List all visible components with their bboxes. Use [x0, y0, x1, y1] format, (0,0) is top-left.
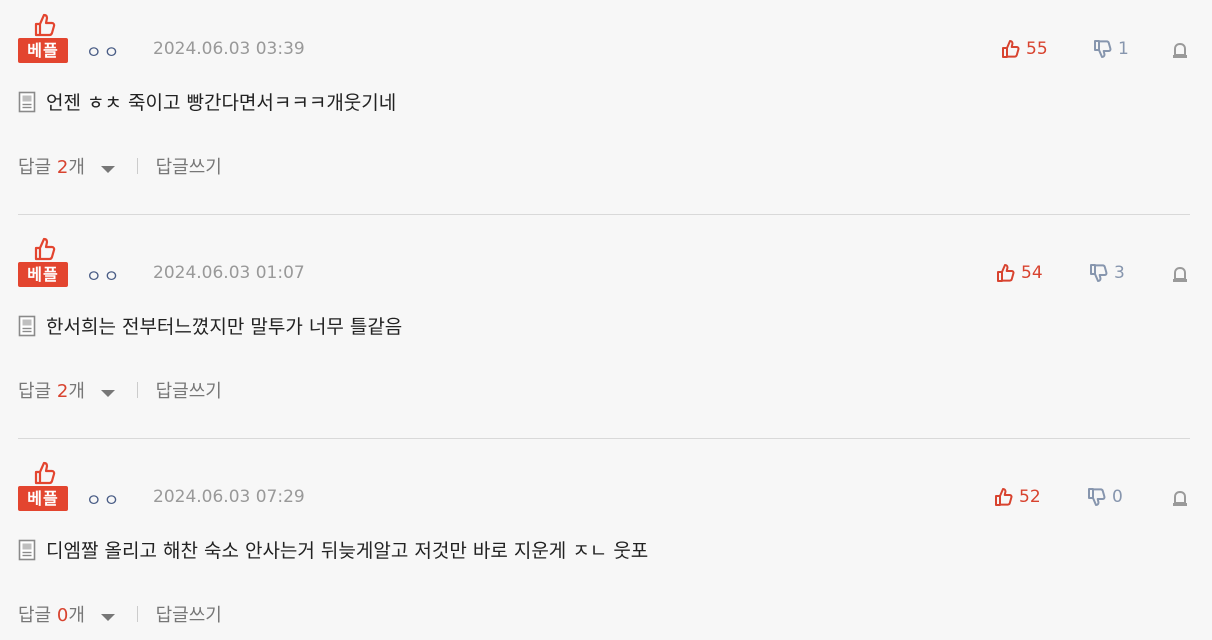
document-icon — [18, 91, 36, 112]
comment-text: 언젠 ㅎㅊ 죽이고 빵간다면서ㅋㅋㅋ개웃기네 — [46, 92, 397, 114]
reply-toggle[interactable]: 답글 2개 — [18, 153, 115, 179]
author-nickname[interactable]: ㅇㅇ — [86, 486, 121, 511]
document-icon — [18, 539, 36, 560]
comment-actions: 답글 2개 답글쓰기 — [18, 153, 222, 179]
thumbs-up-icon — [34, 461, 56, 485]
comment-actions: 답글 0개 답글쓰기 — [18, 601, 222, 627]
comment-text: 한서희는 전부터느꼈지만 말투가 너무 틀같음 — [46, 316, 403, 338]
comment-date: 2024.06.03 03:39 — [153, 39, 305, 59]
dislike-count: 3 — [1114, 263, 1125, 283]
like-button[interactable]: 52 — [993, 486, 1041, 508]
comment-date: 2024.06.03 01:07 — [153, 263, 305, 283]
thumbs-down-icon — [1094, 40, 1112, 58]
comment-item: 베플 ㅇㅇ 2024.06.03 01:07 54 3 한서희는 전부터느꼈지만… — [0, 224, 1212, 448]
comment-text: 디엠짤 올리고 해찬 숙소 안사는거 뒤늦게알고 저것만 바로 지운게 ㅈㄴ 웃… — [46, 540, 649, 562]
caret-down-icon[interactable] — [100, 390, 115, 397]
thumbs-up-icon — [1002, 40, 1020, 58]
write-reply-button[interactable]: 답글쓰기 — [156, 153, 222, 179]
thumbs-up-icon — [34, 237, 56, 261]
comment-divider — [18, 214, 1190, 215]
like-button[interactable]: 55 — [1000, 38, 1048, 60]
comment-divider — [18, 438, 1190, 439]
best-comment-badge: 베플 — [18, 12, 68, 64]
like-count: 55 — [1026, 39, 1048, 59]
best-label: 베플 — [18, 486, 68, 511]
dislike-count: 0 — [1112, 487, 1123, 507]
like-button[interactable]: 54 — [995, 262, 1043, 284]
best-label: 베플 — [18, 262, 68, 287]
reply-toggle[interactable]: 답글 2개 — [18, 377, 115, 403]
caret-down-icon[interactable] — [100, 166, 115, 173]
comment-item: 베플 ㅇㅇ 2024.06.03 03:39 55 1 언젠 ㅎㅊ 죽이고 빵간… — [0, 0, 1212, 224]
write-reply-button[interactable]: 답글쓰기 — [156, 601, 222, 627]
comment-date: 2024.06.03 07:29 — [153, 487, 305, 507]
write-reply-button[interactable]: 답글쓰기 — [156, 377, 222, 403]
thumbs-up-icon — [997, 264, 1015, 282]
action-separator — [136, 382, 138, 398]
like-count: 54 — [1021, 263, 1043, 283]
comment-body: 언젠 ㅎㅊ 죽이고 빵간다면서ㅋㅋㅋ개웃기네 — [18, 88, 396, 115]
dislike-button[interactable]: 0 — [1086, 486, 1123, 508]
action-separator — [136, 606, 138, 622]
best-comment-badge: 베플 — [18, 236, 68, 288]
thumbs-up-icon — [995, 488, 1013, 506]
thumbs-down-icon — [1090, 264, 1108, 282]
report-icon[interactable] — [1170, 264, 1190, 284]
thumbs-up-icon — [34, 13, 56, 37]
comment-actions: 답글 2개 답글쓰기 — [18, 377, 222, 403]
document-icon — [18, 315, 36, 336]
reply-toggle[interactable]: 답글 0개 — [18, 601, 115, 627]
report-icon[interactable] — [1170, 40, 1190, 60]
like-count: 52 — [1019, 487, 1041, 507]
comment-item: 베플 ㅇㅇ 2024.06.03 07:29 52 0 디엠짤 올리고 해찬 숙… — [0, 448, 1212, 640]
dislike-button[interactable]: 1 — [1092, 38, 1129, 60]
comment-body: 디엠짤 올리고 해찬 숙소 안사는거 뒤늦게알고 저것만 바로 지운게 ㅈㄴ 웃… — [18, 536, 648, 563]
report-icon[interactable] — [1170, 488, 1190, 508]
reply-count: 2 — [56, 157, 69, 178]
dislike-button[interactable]: 3 — [1088, 262, 1125, 284]
caret-down-icon[interactable] — [100, 614, 115, 621]
action-separator — [136, 158, 138, 174]
reply-count: 2 — [56, 381, 69, 402]
comment-list: 베플 ㅇㅇ 2024.06.03 03:39 55 1 언젠 ㅎㅊ 죽이고 빵간… — [0, 0, 1212, 640]
comment-body: 한서희는 전부터느꼈지만 말투가 너무 틀같음 — [18, 312, 402, 339]
best-comment-badge: 베플 — [18, 460, 68, 512]
reply-count: 0 — [56, 605, 69, 626]
author-nickname[interactable]: ㅇㅇ — [86, 38, 121, 63]
best-label: 베플 — [18, 38, 68, 63]
dislike-count: 1 — [1118, 39, 1129, 59]
thumbs-down-icon — [1088, 488, 1106, 506]
author-nickname[interactable]: ㅇㅇ — [86, 262, 121, 287]
